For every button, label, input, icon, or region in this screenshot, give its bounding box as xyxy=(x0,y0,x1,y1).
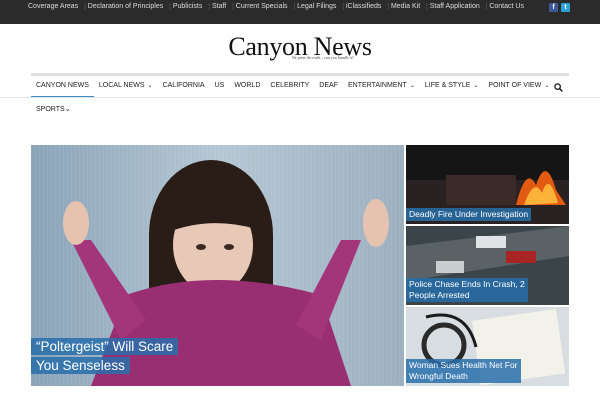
side-caption: Woman Sues Health Net For Wrongful Death xyxy=(406,359,521,383)
nav-label: CANYON NEWS xyxy=(36,82,89,89)
nav-item-us[interactable]: US xyxy=(210,76,230,96)
top-bar: Coverage Areas Declaration of Principles… xyxy=(0,0,600,24)
chevron-down-icon: ⌄ xyxy=(544,83,550,89)
top-link-contact-us[interactable]: Contact Us xyxy=(486,1,524,13)
top-link-staff-application[interactable]: Staff Application xyxy=(426,1,480,13)
top-link-media-kit[interactable]: Media Kit xyxy=(387,1,420,13)
nav-label: DEAF xyxy=(319,82,338,89)
top-link-legal-filings[interactable]: Legal Filings xyxy=(294,1,336,13)
featured-side-story[interactable]: Deadly Fire Under Investigation xyxy=(406,145,569,224)
site-logo[interactable]: Canyon News We print the truth... can yo… xyxy=(0,32,600,62)
twitter-icon[interactable]: t xyxy=(561,3,570,12)
nav-item-canyon-news[interactable]: CANYON NEWS xyxy=(31,76,94,98)
nav-item-life-style[interactable]: LIFE & STYLE ⌄ xyxy=(420,76,484,96)
nav-item-sports[interactable]: SPORTS⌄ xyxy=(31,105,76,113)
logo-tagline: We print the truth... can you handle it? xyxy=(292,55,354,60)
featured-side-story[interactable]: Police Chase Ends In Crash, 2 People Arr… xyxy=(406,226,569,305)
social-links: f t xyxy=(549,3,570,12)
nav-label: LOCAL NEWS xyxy=(98,82,145,89)
nav-label: CALIFORNIA xyxy=(162,82,205,89)
nav-label: US xyxy=(214,82,225,89)
caption-line: People Arrested xyxy=(409,290,470,300)
top-link-iclassifieds[interactable]: iClassifieds xyxy=(342,1,381,13)
facebook-icon[interactable]: f xyxy=(549,3,558,12)
nav-item-celebrity[interactable]: CELEBRITY xyxy=(265,76,314,96)
nav-item-california[interactable]: CALIFORNIA xyxy=(158,76,210,96)
caption-line: “Poltergeist” Will Scare xyxy=(31,338,179,355)
nav-label: SPORTS xyxy=(36,106,65,113)
caption-line: Deadly Fire Under Investigation xyxy=(409,209,529,219)
caption-line: Wrongful Death xyxy=(409,371,468,381)
nav-item-point-of-view[interactable]: POINT OF VIEW ⌄ xyxy=(483,76,554,96)
top-link-publicists[interactable]: Publicists xyxy=(169,1,203,13)
top-link-staff[interactable]: Staff xyxy=(208,1,226,13)
nav-item-local-news[interactable]: LOCAL NEWS ⌄ xyxy=(94,76,158,96)
main-nav-row-2: SPORTS⌄ xyxy=(31,100,76,118)
top-links: Coverage Areas Declaration of Principles… xyxy=(28,1,548,13)
caption-line: You Senseless xyxy=(31,357,130,374)
main-nav: CANYON NEWS LOCAL NEWS ⌄ CALIFORNIA US WO… xyxy=(31,76,569,98)
featured-side-story[interactable]: Woman Sues Health Net For Wrongful Death xyxy=(406,307,569,386)
chevron-down-icon: ⌄ xyxy=(64,106,71,113)
caption-line: Woman Sues Health Net For xyxy=(409,360,518,370)
chevron-down-icon: ⌄ xyxy=(473,83,479,89)
chevron-down-icon: ⌄ xyxy=(409,83,415,89)
chevron-down-icon: ⌄ xyxy=(147,83,153,89)
nav-label: LIFE & STYLE xyxy=(424,82,471,89)
nav-label: POINT OF VIEW xyxy=(488,82,542,89)
top-link-coverage-areas[interactable]: Coverage Areas xyxy=(28,1,78,13)
nav-bottom-divider xyxy=(0,97,600,98)
search-icon[interactable] xyxy=(554,83,563,92)
nav-item-world[interactable]: WORLD xyxy=(229,76,265,96)
nav-item-entertainment[interactable]: ENTERTAINMENT ⌄ xyxy=(343,76,420,96)
caption-line: Police Chase Ends In Crash, 2 xyxy=(409,279,525,289)
featured-main-caption[interactable]: “Poltergeist” Will Scare You Senseless xyxy=(31,338,179,376)
side-caption: Deadly Fire Under Investigation xyxy=(406,208,532,221)
top-link-declaration[interactable]: Declaration of Principles xyxy=(84,1,163,13)
nav-label: WORLD xyxy=(234,82,261,89)
nav-label: ENTERTAINMENT xyxy=(347,82,407,89)
nav-item-deaf[interactable]: DEAF xyxy=(314,76,343,96)
side-caption: Police Chase Ends In Crash, 2 People Arr… xyxy=(406,278,528,302)
top-link-current-specials[interactable]: Current Specials xyxy=(232,1,288,13)
nav-label: CELEBRITY xyxy=(270,82,310,89)
